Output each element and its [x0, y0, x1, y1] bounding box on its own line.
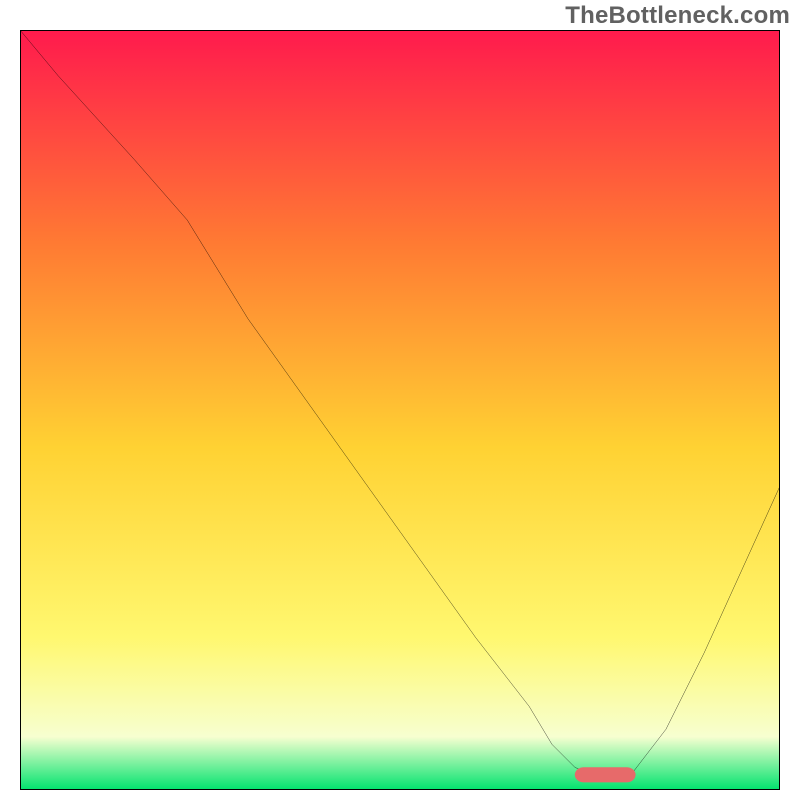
chart-container: TheBottleneck.com	[0, 0, 800, 800]
chart-svg	[20, 30, 780, 790]
minimum-marker	[575, 767, 636, 782]
gradient-background	[20, 30, 780, 790]
watermark-text: TheBottleneck.com	[565, 2, 790, 30]
